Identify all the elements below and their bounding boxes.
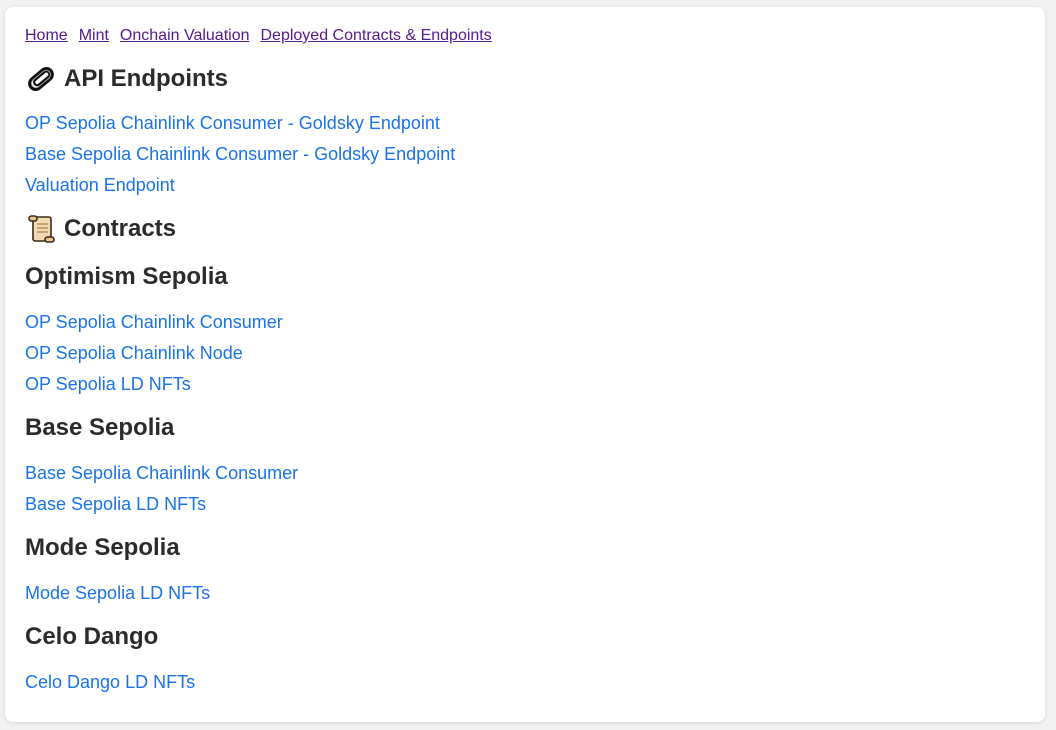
contract-link-mode-nfts[interactable]: Mode Sepolia LD NFTs <box>25 582 210 604</box>
api-endpoints-title: API Endpoints <box>64 65 228 92</box>
section-base-sepolia-title: Base Sepolia <box>25 414 175 441</box>
contract-link-op-nfts[interactable]: OP Sepolia LD NFTs <box>25 373 191 395</box>
contracts-title: Contracts <box>64 215 177 242</box>
api-link-op-goldsky[interactable]: OP Sepolia Chainlink Consumer - Goldsky … <box>25 112 440 134</box>
api-link-base-goldsky[interactable]: Base Sepolia Chainlink Consumer - Goldsk… <box>25 143 455 165</box>
paperclip-icon <box>25 64 57 94</box>
top-nav: Home Mint Onchain Valuation Deployed Contra… <box>25 26 503 46</box>
contract-link-celo-nfts[interactable]: Celo Dango LD NFTs <box>25 671 195 693</box>
section-mode-sepolia-title: Mode Sepolia <box>25 534 180 561</box>
api-endpoints-heading: API Endpoints <box>25 64 228 94</box>
nav-home-link[interactable]: Home <box>25 27 68 44</box>
contracts-heading: Contracts <box>25 214 176 244</box>
nav-mint-link[interactable]: Mint <box>79 27 109 44</box>
content-card: Home Mint Onchain Valuation Deployed Contra… <box>5 7 1045 722</box>
section-optimism-sepolia-title: Optimism Sepolia <box>25 263 228 290</box>
api-link-valuation[interactable]: Valuation Endpoint <box>25 174 175 196</box>
scroll-icon <box>25 214 57 244</box>
contract-link-op-node[interactable]: OP Sepolia Chainlink Node <box>25 342 243 364</box>
nav-onchain-valuation-link[interactable]: Onchain Valuation <box>120 27 250 44</box>
contract-link-base-nfts[interactable]: Base Sepolia LD NFTs <box>25 493 206 515</box>
contract-link-base-consumer[interactable]: Base Sepolia Chainlink Consumer <box>25 462 298 484</box>
section-celo-dango-title: Celo Dango <box>25 623 159 650</box>
nav-deployed-contracts-link[interactable]: Deployed Contracts & Endpoints <box>261 27 492 44</box>
contract-link-op-consumer[interactable]: OP Sepolia Chainlink Consumer <box>25 311 283 333</box>
